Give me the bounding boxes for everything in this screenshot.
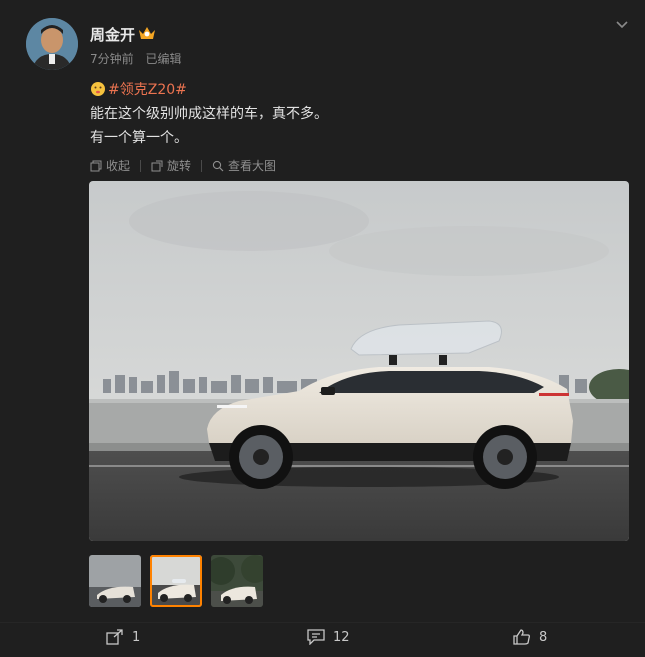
thumbnail-strip [89, 555, 263, 607]
username[interactable]: 周金开 [90, 24, 135, 45]
weibo-post-card: 周金开 7分钟前 已编辑 #领克Z20# 能在这个级别帅成这样的车，真不多。 有… [0, 0, 645, 657]
like-icon [513, 629, 530, 645]
thumbnail-2[interactable] [150, 555, 202, 607]
thumbnail-3[interactable] [211, 555, 263, 607]
hashtag-line: #领克Z20# [90, 78, 328, 102]
comment-button[interactable]: 12 [307, 629, 350, 645]
post-text: #领克Z20# 能在这个级别帅成这样的车，真不多。 有一个算一个。 [90, 78, 328, 150]
collect-label: 收起 [106, 159, 131, 173]
collect-button[interactable]: 收起 [90, 157, 130, 174]
edited-label: 已编辑 [145, 52, 182, 66]
post-time[interactable]: 7分钟前 [90, 52, 134, 66]
toolbar-divider [201, 159, 203, 172]
share-icon [106, 629, 123, 645]
post-line-1: 能在这个级别帅成这样的车，真不多。 [90, 106, 328, 122]
like-button[interactable]: 8 [513, 629, 547, 645]
view-large-icon [212, 160, 224, 171]
share-button[interactable]: 1 [106, 629, 140, 645]
comment-icon [307, 629, 325, 645]
crown-icon [138, 25, 156, 41]
emoji-icon [90, 81, 106, 97]
collapse-chevron-icon[interactable] [615, 16, 629, 30]
main-photo[interactable] [89, 181, 629, 541]
hashtag-link[interactable]: #领克Z20# [108, 82, 187, 98]
rotate-label: 旋转 [167, 159, 192, 173]
post-line-2: 有一个算一个。 [90, 130, 188, 146]
toolbar-divider [140, 159, 142, 172]
view-large-label: 查看大图 [228, 159, 277, 173]
avatar[interactable] [26, 18, 78, 70]
action-bar: 1 12 8 [0, 622, 645, 657]
post-meta: 7分钟前 已编辑 [90, 50, 189, 67]
thumbnail-1[interactable] [89, 555, 141, 607]
comment-count: 12 [333, 629, 350, 645]
rotate-icon [151, 160, 163, 171]
collect-icon [90, 160, 102, 171]
rotate-button[interactable]: 旋转 [151, 157, 191, 174]
image-toolbar: 收起 旋转 查看大图 [90, 157, 276, 174]
view-large-button[interactable]: 查看大图 [212, 157, 276, 174]
like-count: 8 [539, 629, 548, 645]
share-count: 1 [132, 629, 141, 645]
